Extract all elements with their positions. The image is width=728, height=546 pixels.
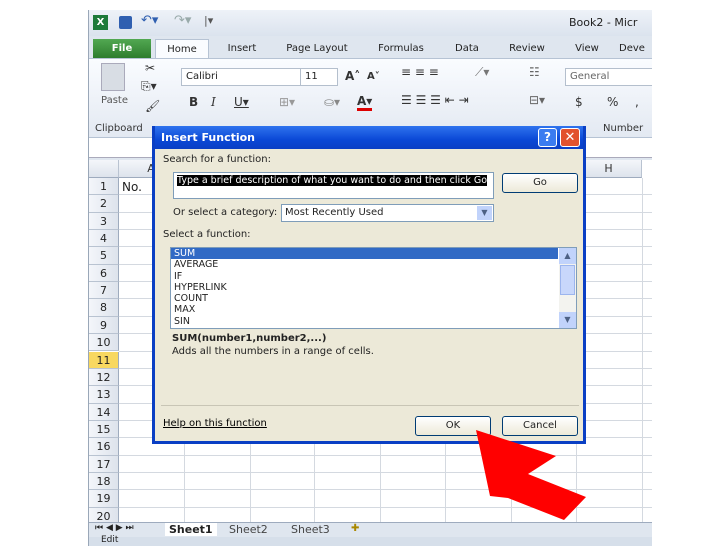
red-arrow-icon [476, 430, 586, 520]
arrow-shape [476, 430, 586, 520]
